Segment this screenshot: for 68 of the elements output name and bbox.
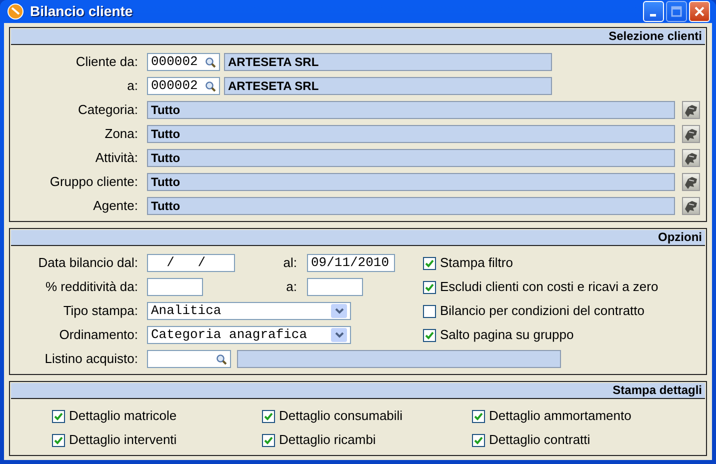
lookup-icon[interactable] — [682, 101, 700, 119]
field-label: Ordinamento: — [58, 327, 138, 343]
checkbox-label: Bilancio per condizioni del contratto — [440, 303, 645, 319]
checkbox-label: Dettaglio matricole — [69, 408, 177, 424]
minimize-button[interactable] — [643, 1, 664, 22]
checkbox-label: Dettaglio interventi — [69, 432, 177, 448]
checkbox[interactable] — [472, 410, 485, 422]
app-icon — [7, 3, 24, 20]
lookup-field[interactable]: Tutto — [147, 173, 675, 191]
dropdown[interactable]: Analitica — [147, 302, 351, 320]
checkbox-label: Dettaglio ammortamento — [489, 408, 632, 424]
field-label: Gruppo cliente: — [48, 174, 138, 190]
lookup-icon[interactable] — [682, 125, 700, 143]
date-field[interactable] — [147, 278, 203, 296]
chevron-icon[interactable] — [331, 328, 347, 342]
field-label: Attività: — [94, 150, 138, 166]
section-header: Selezione clienti — [11, 29, 705, 45]
checkbox-label: Stampa filtro — [440, 255, 513, 271]
checkbox-label: Escludi clienti con costi e ricavi a zero — [440, 279, 658, 295]
field-label: % redditività da: — [44, 279, 138, 295]
dropdown[interactable]: Categoria anagrafica — [147, 326, 351, 344]
checkbox-label: Dettaglio consumabili — [279, 408, 403, 424]
search-field[interactable] — [147, 350, 231, 368]
chevron-icon[interactable] — [331, 304, 347, 318]
lookup-field[interactable]: Tutto — [147, 197, 675, 215]
lookup-icon[interactable] — [682, 197, 700, 215]
checkbox[interactable] — [52, 410, 65, 422]
checkbox-label: Salto pagina su gruppo — [440, 327, 574, 343]
close-button[interactable] — [689, 1, 710, 22]
field-label: a: — [126, 78, 138, 94]
code-field[interactable]: 000002 — [147, 53, 220, 71]
close-icon[interactable] — [694, 6, 705, 17]
lookup-field[interactable]: Tutto — [147, 125, 675, 143]
checkbox-label: Dettaglio ricambi — [279, 432, 376, 448]
field-label: Data bilancio dal: — [37, 255, 138, 271]
checkbox[interactable] — [423, 304, 436, 318]
field-label: al: — [283, 255, 297, 271]
field-label: Categoria: — [77, 102, 138, 118]
field-label: Agente: — [92, 198, 138, 214]
code-field[interactable]: 000002 — [147, 77, 220, 95]
checkbox[interactable] — [262, 410, 275, 422]
date-field[interactable] — [307, 278, 363, 296]
checkbox[interactable] — [423, 256, 436, 270]
lookup-field[interactable]: Tutto — [147, 149, 675, 167]
field-label: a: — [286, 279, 297, 295]
section-header: Stampa dettagli — [11, 383, 705, 399]
search-icon[interactable] — [205, 56, 216, 68]
search-icon[interactable] — [205, 80, 216, 92]
lookup-icon[interactable] — [682, 173, 700, 191]
checkbox[interactable] — [423, 280, 436, 294]
field-label: Listino acquisto: — [44, 351, 138, 367]
checkbox[interactable] — [262, 434, 275, 446]
checkbox[interactable] — [423, 328, 436, 342]
search-icon[interactable] — [216, 354, 227, 364]
lookup-icon[interactable] — [682, 149, 700, 167]
window-title: Bilancio cliente — [30, 3, 134, 20]
section-header: Opzioni — [11, 230, 705, 246]
name-field[interactable]: ARTESETA SRL — [224, 53, 552, 71]
field-label: Tipo stampa: — [62, 303, 138, 319]
checkbox-label: Dettaglio contratti — [489, 432, 590, 448]
date-field[interactable]: 09/11/2010 — [307, 254, 395, 272]
checkbox[interactable] — [472, 434, 485, 446]
field-label: Cliente da: — [74, 54, 138, 70]
checkbox[interactable] — [52, 434, 65, 446]
name-field[interactable]: ARTESETA SRL — [224, 77, 552, 95]
lookup-field[interactable]: Tutto — [147, 101, 675, 119]
date-field[interactable]: / / — [147, 254, 235, 272]
field-label: Zona: — [104, 126, 138, 142]
